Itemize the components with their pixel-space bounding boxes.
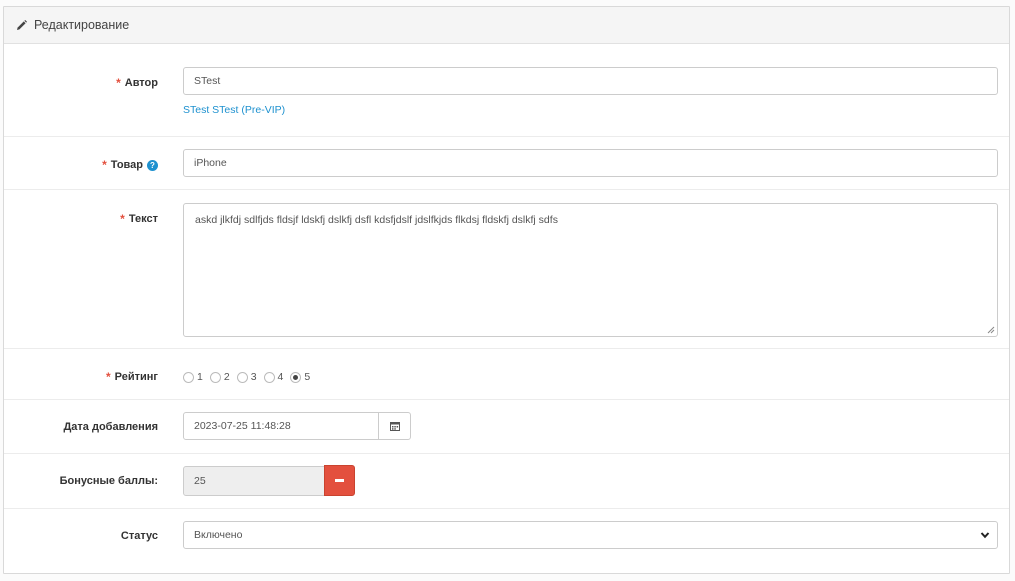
text-label: * Текст <box>120 212 158 226</box>
required-marker: * <box>116 76 121 90</box>
bonus-row: Бонусные баллы: 25 <box>4 454 1009 509</box>
status-select[interactable]: Включено <box>183 521 998 549</box>
panel-heading: Редактирование <box>4 7 1009 44</box>
panel-title: Редактирование <box>34 18 130 32</box>
pencil-icon <box>15 19 28 32</box>
resize-handle-icon[interactable] <box>987 326 995 334</box>
radio-circle[interactable] <box>236 371 248 383</box>
minus-icon <box>335 479 344 482</box>
required-marker: * <box>120 212 125 226</box>
rating-row: * Рейтинг 1 2 3 4 5 <box>4 349 1009 400</box>
rating-option-3[interactable]: 3 <box>236 371 257 383</box>
author-row: * Автор STest STest STest (Pre-VIP) <box>4 44 1009 137</box>
author-input[interactable]: STest <box>183 67 998 95</box>
calendar-button[interactable] <box>378 412 411 440</box>
author-label: * Автор <box>116 76 158 90</box>
product-input[interactable]: iPhone <box>183 149 998 177</box>
required-marker: * <box>106 370 111 384</box>
rating-option-4[interactable]: 4 <box>263 371 283 383</box>
radio-circle[interactable] <box>263 371 275 383</box>
rating-radio-group: 1 2 3 4 5 <box>183 371 317 383</box>
required-marker: * <box>102 158 107 172</box>
status-label: Статус <box>120 530 158 542</box>
text-row: * Текст askd jlkfdj sdlfjds fldsjf ldskf… <box>4 190 1009 349</box>
calendar-icon <box>389 422 400 431</box>
edit-panel: Редактирование * Автор STest STest STest… <box>3 6 1010 574</box>
date-label: Дата добавления <box>63 421 158 433</box>
date-row: Дата добавления 2023-07-25 11:48:28 <box>4 400 1009 454</box>
question-circle-icon[interactable]: ? <box>147 159 158 171</box>
date-input[interactable]: 2023-07-25 11:48:28 <box>183 412 379 440</box>
rating-option-2[interactable]: 2 <box>209 371 230 383</box>
text-textarea[interactable]: askd jlkfdj sdlfjds fldsjf ldskfj dslkfj… <box>183 203 998 337</box>
bonus-input[interactable]: 25 <box>183 466 325 496</box>
rating-option-5[interactable]: 5 <box>290 371 310 383</box>
radio-circle[interactable] <box>209 371 221 383</box>
chevron-down-icon <box>980 532 990 539</box>
product-label: * Товар ? <box>102 158 158 172</box>
product-row: * Товар ? iPhone <box>4 137 1009 190</box>
rating-option-1[interactable]: 1 <box>183 371 203 383</box>
author-link[interactable]: STest STest (Pre-VIP) <box>183 104 285 116</box>
bonus-label: Бонусные баллы: <box>59 475 158 487</box>
status-row: Статус Включено <box>4 509 1009 573</box>
radio-circle-checked[interactable] <box>290 371 302 383</box>
radio-circle[interactable] <box>183 371 194 383</box>
remove-bonus-button[interactable] <box>324 465 355 496</box>
rating-label: * Рейтинг <box>106 370 158 384</box>
